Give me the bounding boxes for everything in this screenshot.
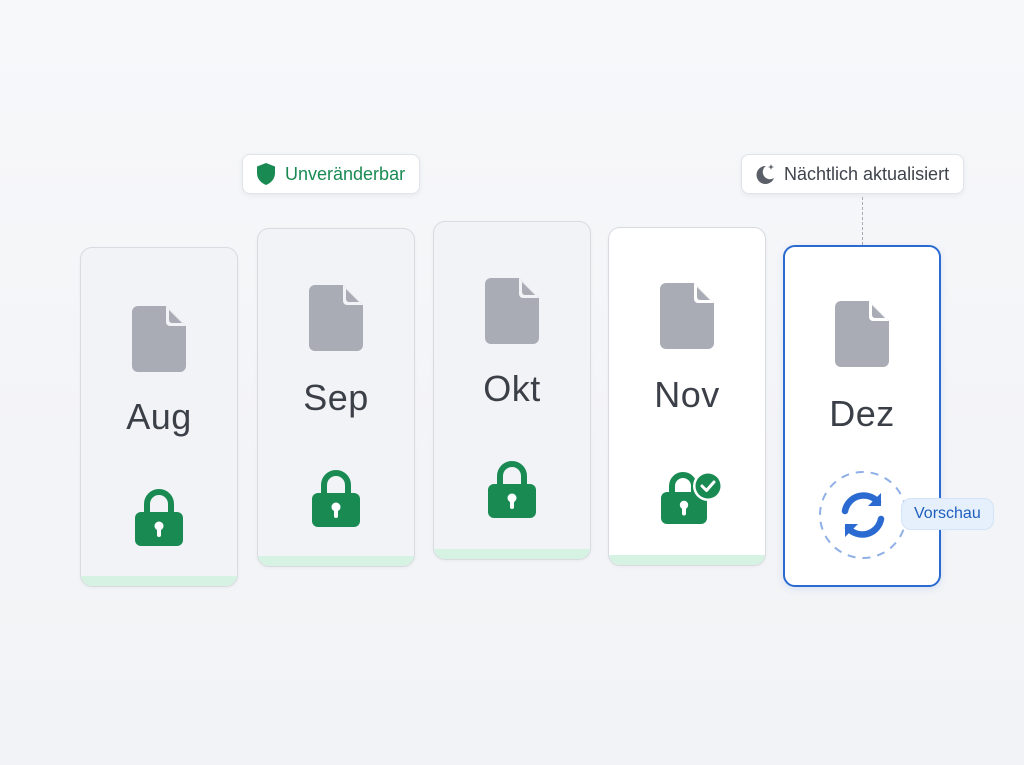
preview-tag: Vorschau — [901, 498, 994, 530]
nightly-update-badge-label: Nächtlich aktualisiert — [784, 163, 950, 184]
file-icon — [483, 276, 541, 346]
file-icon — [130, 304, 188, 374]
month-card-nov[interactable]: Nov — [608, 227, 766, 566]
month-label: Okt — [483, 368, 541, 409]
file-icon — [833, 299, 891, 369]
month-card-aug[interactable]: Aug — [80, 247, 238, 587]
refresh-indicator[interactable] — [817, 469, 909, 561]
immutable-badge-label: Unveränderbar — [285, 163, 406, 184]
status-stripe — [258, 556, 414, 566]
month-label: Nov — [654, 374, 720, 415]
status-stripe — [81, 576, 237, 586]
file-icon — [307, 283, 365, 353]
nightly-update-badge: Nächtlich aktualisiert — [741, 154, 965, 194]
month-label: Sep — [303, 377, 369, 418]
lock-verified-icon — [660, 470, 726, 531]
month-label: Aug — [126, 396, 192, 437]
month-label: Dez — [829, 393, 895, 434]
lock-icon — [486, 458, 538, 525]
immutable-badge: Unveränderbar — [242, 154, 421, 194]
lock-icon — [310, 467, 362, 534]
month-card-sep[interactable]: Sep — [257, 228, 415, 567]
month-card-okt[interactable]: Okt — [433, 221, 591, 560]
status-stripe — [434, 549, 590, 559]
status-stripe — [609, 555, 765, 565]
lock-icon — [133, 486, 185, 553]
shield-icon — [253, 161, 279, 187]
moon-sparkle-icon — [752, 161, 778, 187]
refresh-icon — [819, 471, 907, 559]
badge-connector-line — [862, 197, 863, 245]
file-icon — [658, 281, 716, 351]
